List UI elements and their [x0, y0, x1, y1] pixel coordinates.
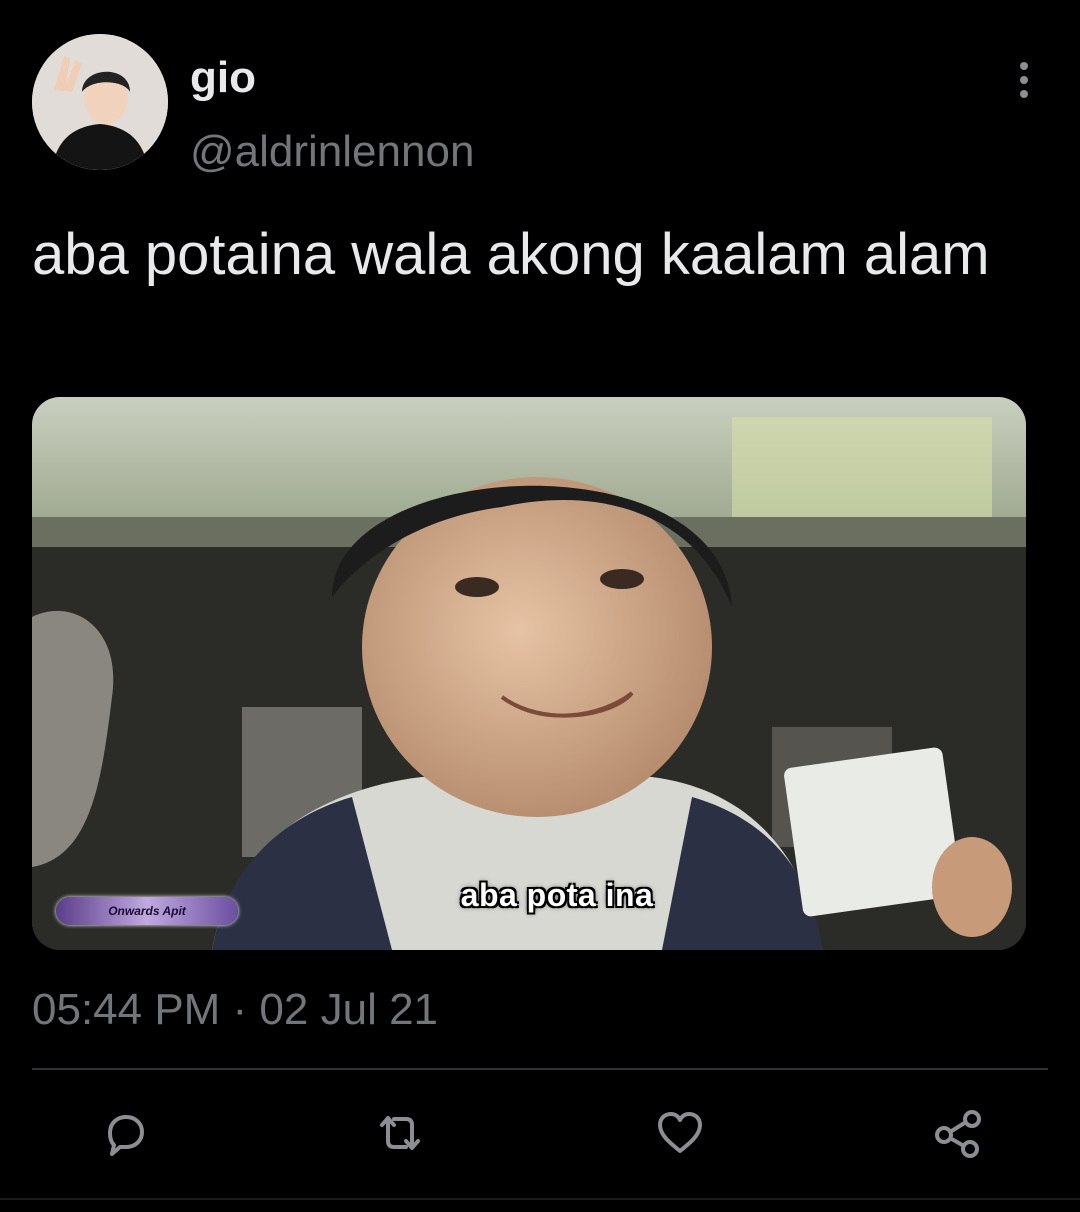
like-button[interactable] — [652, 1105, 708, 1161]
media-watermark: Onwards Apit — [56, 897, 238, 925]
tweet-card: gio @aldrinlennon aba potaina wala akong… — [0, 0, 1080, 1212]
display-name[interactable]: gio — [190, 50, 256, 106]
divider — [32, 1068, 1048, 1070]
bottom-divider — [0, 1198, 1080, 1200]
handle[interactable]: @aldrinlennon — [190, 124, 474, 180]
share-icon — [935, 1110, 981, 1158]
retweet-icon — [380, 1116, 420, 1150]
tweet-text: aba potaina wala akong kaalam alam — [32, 222, 990, 287]
reply-icon — [108, 1115, 144, 1156]
avatar[interactable] — [32, 34, 168, 170]
tweet-media[interactable]: Onwards Apit aba pota ina — [32, 397, 1026, 950]
retweet-button[interactable] — [372, 1105, 428, 1161]
avatar-image — [32, 34, 168, 170]
share-button[interactable] — [930, 1105, 986, 1161]
reply-button[interactable] — [96, 1105, 152, 1161]
tweet-timestamp[interactable]: 05:44 PM · 02 Jul 21 — [32, 980, 438, 1040]
heart-icon — [658, 1112, 702, 1153]
more-options-icon[interactable] — [1006, 60, 1042, 100]
media-caption: aba pota ina — [460, 877, 654, 913]
media-image — [32, 397, 1026, 950]
